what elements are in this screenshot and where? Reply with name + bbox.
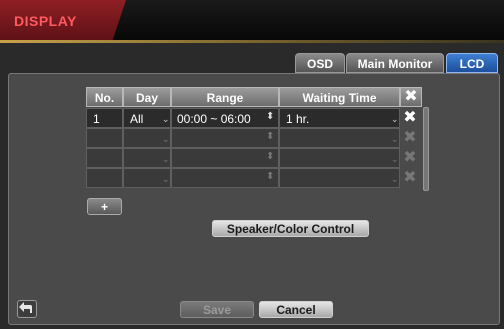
tab-osd[interactable]: OSD bbox=[295, 53, 345, 73]
delete-all-icon[interactable]: ✖ bbox=[403, 87, 419, 107]
spinner-icon: ⬍ bbox=[266, 151, 275, 162]
delete-row-icon: ✖ bbox=[403, 149, 417, 166]
save-button[interactable]: Save bbox=[180, 301, 254, 318]
cell-waiting-time bbox=[279, 168, 400, 188]
col-header-waiting-time: Waiting Time bbox=[279, 87, 400, 107]
cell-no bbox=[86, 128, 123, 148]
spinner-icon: ⬍ bbox=[266, 131, 275, 142]
cell-no bbox=[86, 148, 123, 168]
cell-waiting-time bbox=[279, 128, 400, 148]
cell-waiting-time bbox=[279, 148, 400, 168]
dropdown-caret-icon: ⌄ bbox=[162, 174, 170, 184]
back-button[interactable] bbox=[17, 300, 37, 318]
cell-range[interactable]: 00:00 ~ 06:00 bbox=[171, 108, 279, 128]
col-header-no: No. bbox=[86, 87, 123, 107]
cancel-button[interactable]: Cancel bbox=[259, 301, 333, 318]
dropdown-caret-icon[interactable]: ⌄ bbox=[391, 108, 399, 130]
spinner-icon: ⬍ bbox=[266, 171, 275, 182]
dropdown-caret-icon: ⌄ bbox=[391, 154, 399, 164]
window-title: DISPLAY bbox=[14, 13, 77, 29]
title-underline bbox=[0, 40, 504, 43]
title-bar: DISPLAY bbox=[0, 0, 504, 43]
delete-row-icon: ✖ bbox=[403, 129, 417, 146]
cell-waiting-time[interactable]: 1 hr. bbox=[279, 108, 400, 128]
speaker-color-control-button[interactable]: Speaker/Color Control bbox=[212, 220, 369, 237]
col-header-delete: ✖ bbox=[400, 87, 422, 107]
cell-range bbox=[171, 168, 279, 188]
col-header-day: Day bbox=[123, 87, 171, 107]
cell-range bbox=[171, 148, 279, 168]
dropdown-caret-icon: ⌄ bbox=[162, 154, 170, 164]
dropdown-caret-icon: ⌄ bbox=[162, 134, 170, 144]
add-row-button[interactable]: + bbox=[87, 198, 122, 215]
spinner-icon[interactable]: ⬍ bbox=[266, 107, 274, 127]
tab-lcd[interactable]: LCD bbox=[446, 53, 498, 73]
cell-range bbox=[171, 128, 279, 148]
return-arrow-icon bbox=[19, 302, 32, 313]
delete-row-icon[interactable]: ✖ bbox=[402, 108, 418, 128]
dropdown-caret-icon[interactable]: ⌄ bbox=[162, 108, 170, 130]
table-scrollbar[interactable] bbox=[423, 107, 429, 191]
col-header-range: Range bbox=[171, 87, 279, 107]
delete-row-icon: ✖ bbox=[403, 169, 417, 186]
dropdown-caret-icon: ⌄ bbox=[391, 174, 399, 184]
tab-main-monitor[interactable]: Main Monitor bbox=[346, 53, 444, 73]
cell-no bbox=[86, 168, 123, 188]
dropdown-caret-icon: ⌄ bbox=[391, 134, 399, 144]
cell-no: 1 bbox=[86, 108, 123, 128]
